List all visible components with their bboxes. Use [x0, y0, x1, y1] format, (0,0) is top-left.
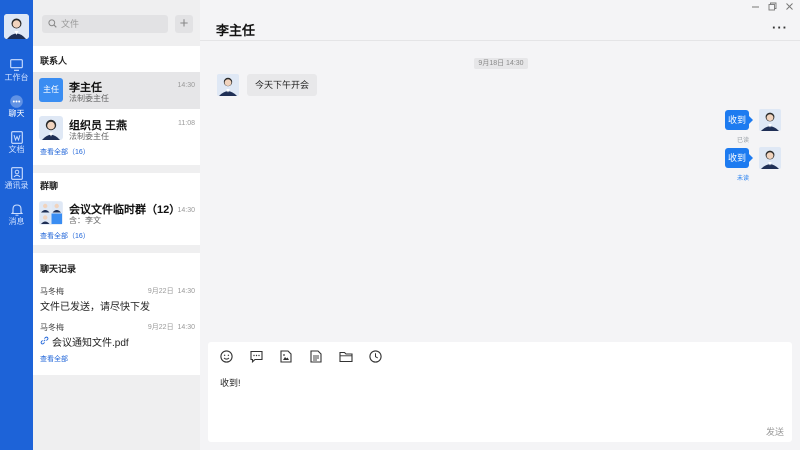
sender-avatar[interactable] — [217, 74, 239, 96]
chat-history-section: 聊天记录 马冬梅 9月22日 14:30 文件已发送，请尽快下发 马冬梅 9月2… — [33, 253, 200, 375]
history-date: 9月22日 — [147, 324, 174, 331]
chat-dots-icon — [10, 94, 24, 108]
more-menu-button[interactable]: ··· — [772, 20, 788, 35]
nav-chat[interactable]: 聊天 — [0, 94, 33, 124]
folder-icon — [339, 351, 353, 366]
history-time: 14:30 — [177, 324, 195, 331]
image-button[interactable] — [278, 350, 294, 366]
window-controls — [751, 2, 794, 13]
message-timestamp: 9月18日 14:30 — [474, 58, 528, 69]
quick-reply-button[interactable] — [248, 350, 264, 366]
section-divider — [33, 245, 200, 253]
document-icon — [10, 130, 24, 144]
contact-title: 法制委主任 — [69, 94, 109, 103]
search-input[interactable] — [61, 19, 161, 29]
contacts-icon — [10, 166, 24, 180]
section-divider — [33, 165, 200, 173]
history-date: 9月22日 — [147, 288, 174, 295]
section-title: 聊天记录 — [40, 264, 77, 274]
chat-title: 李主任 — [216, 23, 256, 38]
nav-label: 通讯录 — [4, 181, 29, 190]
history-button[interactable] — [367, 350, 383, 366]
groups-section: 群聊 会议文件临时群（12） 含：李文 14:30 查看全部（16） — [33, 173, 200, 245]
nav-notifications[interactable]: 消息 — [0, 202, 33, 232]
avatar — [39, 116, 63, 140]
outgoing-message[interactable]: 收到 — [725, 148, 753, 168]
history-clock-icon — [368, 350, 382, 366]
minimize-icon[interactable] — [751, 2, 760, 13]
contacts-section: 联系人 主任 李主任 法制委主任 14:30 组织员 王燕 法制委主任 11:0… — [33, 46, 200, 169]
see-all-contacts-link[interactable]: 查看全部（16） — [40, 147, 90, 157]
restore-icon[interactable] — [768, 2, 777, 13]
composer-input-text[interactable]: 收到! — [220, 376, 241, 389]
header-divider — [200, 40, 800, 41]
file-icon — [310, 350, 322, 366]
search-icon — [48, 17, 57, 31]
close-icon[interactable] — [785, 2, 794, 13]
contact-item-li[interactable]: 主任 李主任 法制委主任 14:30 — [33, 72, 200, 109]
see-all-history-link[interactable]: 查看全部 — [40, 354, 68, 364]
nav-documents[interactable]: 文档 — [0, 130, 33, 160]
send-button[interactable]: 发送 — [766, 425, 784, 438]
my-avatar[interactable] — [4, 14, 29, 39]
group-time: 14:30 — [177, 207, 195, 214]
file-button[interactable] — [308, 350, 324, 366]
search-results-panel: + 联系人 主任 李主任 法制委主任 14:30 组织员 王燕 法制委主任 11… — [33, 0, 200, 450]
quick-reply-icon — [249, 350, 263, 366]
history-item[interactable]: 马冬梅 9月22日 14:30 会议通知文件.pdf — [33, 319, 200, 351]
nav-label: 聊天 — [8, 109, 25, 118]
contact-title: 法制委主任 — [69, 132, 109, 141]
chat-window: 李主任 ··· 9月18日 14:30 今天下午开会 收到 已读 收到 未读 收… — [200, 0, 800, 450]
nav-workbench[interactable]: 工作台 — [0, 58, 33, 88]
history-file-name[interactable]: 会议通知文件.pdf — [52, 334, 129, 349]
plus-icon: + — [179, 15, 189, 32]
section-title: 联系人 — [40, 56, 68, 66]
section-title: 群聊 — [40, 181, 59, 191]
outgoing-message[interactable]: 收到 — [725, 110, 753, 130]
search-bar: + — [33, 0, 200, 46]
emoji-icon — [219, 350, 233, 366]
group-avatar — [39, 201, 63, 225]
nav-label: 文档 — [8, 145, 25, 154]
history-sender: 马冬梅 — [40, 287, 64, 296]
contact-item-wang[interactable]: 组织员 王燕 法制委主任 11:08 — [33, 109, 200, 147]
nav-contacts[interactable]: 通讯录 — [0, 166, 33, 196]
left-nav-rail: 工作台 聊天 文档 通讯录 消息 — [0, 0, 33, 450]
image-icon — [280, 350, 292, 366]
search-box[interactable] — [42, 15, 168, 33]
add-button[interactable]: + — [175, 15, 193, 33]
history-item[interactable]: 马冬梅 9月22日 14:30 文件已发送，请尽快下发 — [33, 283, 200, 315]
history-text: 文件已发送，请尽快下发 — [40, 302, 150, 313]
bell-icon — [10, 202, 24, 216]
nav-label: 工作台 — [4, 73, 29, 82]
message-composer: 收到! 发送 — [208, 342, 792, 442]
link-icon — [40, 336, 49, 348]
group-item[interactable]: 会议文件临时群（12） 含：李文 14:30 — [33, 197, 200, 227]
incoming-message[interactable]: 今天下午开会 — [247, 74, 318, 96]
history-sender: 马冬梅 — [40, 323, 64, 332]
group-members: 含：李文 — [69, 216, 101, 225]
contact-time: 11:08 — [178, 120, 195, 127]
history-time: 14:30 — [177, 288, 195, 295]
nav-label: 消息 — [8, 217, 25, 226]
monitor-icon — [10, 58, 24, 72]
folder-button[interactable] — [338, 350, 354, 366]
contact-time: 14:30 — [177, 82, 195, 89]
read-status: 已读 — [737, 138, 750, 144]
see-all-groups-link[interactable]: 查看全部（16） — [40, 231, 90, 241]
emoji-button[interactable] — [218, 350, 234, 366]
unread-status: 未读 — [737, 176, 750, 182]
my-message-avatar[interactable] — [759, 147, 781, 169]
avatar: 主任 — [39, 78, 63, 102]
my-message-avatar[interactable] — [759, 109, 781, 131]
